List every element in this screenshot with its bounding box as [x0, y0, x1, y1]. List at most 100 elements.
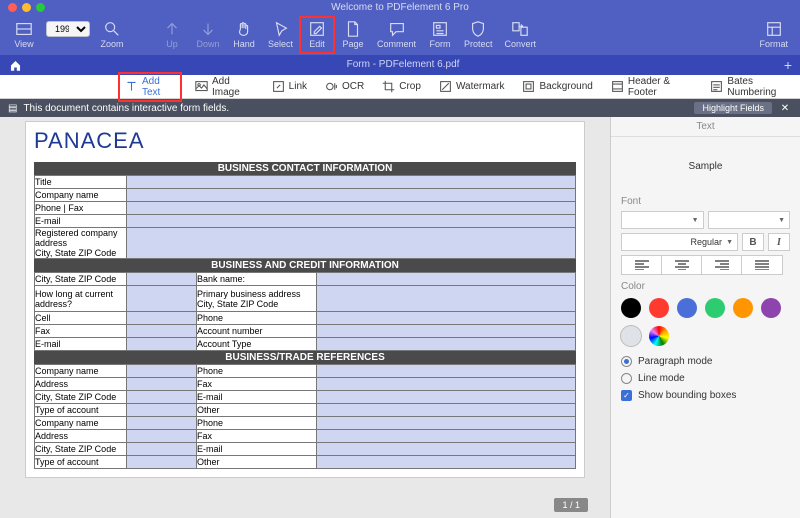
- section-header: BUSINESS/TRADE REFERENCES: [34, 351, 576, 364]
- info-icon: ▤: [8, 103, 17, 114]
- italic-button[interactable]: I: [768, 233, 790, 251]
- font-family-select[interactable]: ▼: [621, 211, 704, 229]
- select-button[interactable]: Select: [262, 16, 299, 54]
- watermark-icon: [439, 80, 452, 93]
- crop-button[interactable]: Crop: [377, 78, 426, 95]
- form-button[interactable]: Form: [422, 16, 458, 54]
- field[interactable]: [317, 365, 576, 378]
- field-fax[interactable]: [127, 325, 197, 338]
- zoom-select[interactable]: 199%: [46, 21, 90, 37]
- field-csz[interactable]: [127, 273, 197, 286]
- label-company: Company name: [35, 189, 127, 202]
- field[interactable]: [127, 365, 197, 378]
- field[interactable]: [127, 443, 197, 456]
- format-button[interactable]: Format: [753, 16, 794, 54]
- home-tab[interactable]: [0, 55, 30, 75]
- main-toolbar: View 199% Zoom Up Down Hand Select Edit …: [0, 14, 800, 55]
- field-acctnum[interactable]: [317, 325, 576, 338]
- new-tab-button[interactable]: +: [776, 57, 800, 73]
- field-phone[interactable]: [317, 312, 576, 325]
- crop-icon: [382, 80, 395, 93]
- color-swatch[interactable]: [649, 298, 669, 318]
- header-footer-button[interactable]: Header & Footer: [606, 74, 698, 100]
- align-center-button[interactable]: [662, 256, 702, 274]
- crop-label: Crop: [399, 81, 421, 92]
- field[interactable]: [317, 417, 576, 430]
- sample-preview: Sample: [621, 147, 790, 190]
- hand-button[interactable]: Hand: [226, 16, 262, 54]
- bold-button[interactable]: B: [742, 233, 764, 251]
- color-swatch[interactable]: [705, 298, 725, 318]
- protect-button[interactable]: Protect: [458, 16, 499, 54]
- comment-button[interactable]: Comment: [371, 16, 422, 54]
- bates-button[interactable]: Bates Numbering: [705, 74, 800, 100]
- maximize-window-icon[interactable]: [36, 3, 45, 12]
- align-right-button[interactable]: [702, 256, 742, 274]
- edit-button[interactable]: Edit: [299, 16, 335, 54]
- up-button[interactable]: Up: [154, 16, 190, 54]
- font-size-select[interactable]: ▼: [708, 211, 791, 229]
- watermark-button[interactable]: Watermark: [434, 78, 510, 95]
- field[interactable]: [127, 391, 197, 404]
- page-button[interactable]: Page: [335, 16, 371, 54]
- field[interactable]: [127, 404, 197, 417]
- color-swatch[interactable]: [621, 298, 641, 318]
- color-swatch[interactable]: [733, 298, 753, 318]
- label-fax: Fax: [35, 325, 127, 338]
- zoom-button[interactable]: Zoom: [94, 16, 130, 54]
- field-title[interactable]: [127, 176, 576, 189]
- field[interactable]: [317, 456, 576, 469]
- link-button[interactable]: Link: [267, 78, 312, 95]
- field-accttype[interactable]: [317, 338, 576, 351]
- field-regaddr[interactable]: [127, 228, 576, 259]
- align-left-button[interactable]: [622, 256, 662, 274]
- field-company[interactable]: [127, 189, 576, 202]
- up-label: Up: [166, 39, 178, 49]
- document-canvas[interactable]: PANACEA BUSINESS CONTACT INFORMATION Tit…: [0, 117, 610, 518]
- label-phone: Phone: [197, 312, 317, 325]
- field[interactable]: [317, 378, 576, 391]
- align-justify-button[interactable]: [742, 256, 782, 274]
- field[interactable]: [317, 404, 576, 417]
- line-mode-option[interactable]: Line mode: [621, 373, 790, 384]
- ocr-button[interactable]: OCR: [320, 78, 369, 95]
- field[interactable]: [127, 417, 197, 430]
- close-window-icon[interactable]: [8, 3, 17, 12]
- minimize-window-icon[interactable]: [22, 3, 31, 12]
- field[interactable]: [127, 456, 197, 469]
- field[interactable]: [317, 391, 576, 404]
- field-phonefax[interactable]: [127, 202, 576, 215]
- background-button[interactable]: Background: [517, 78, 597, 95]
- add-text-button[interactable]: Add Text: [118, 72, 182, 102]
- color-swatch[interactable]: [649, 326, 669, 346]
- down-button[interactable]: Down: [190, 16, 226, 54]
- field-email2[interactable]: [127, 338, 197, 351]
- convert-button[interactable]: Convert: [499, 16, 543, 54]
- highlight-fields-button[interactable]: Highlight Fields: [694, 102, 772, 114]
- show-bbox-option[interactable]: ✓Show bounding boxes: [621, 390, 790, 401]
- field-pba[interactable]: [317, 286, 576, 312]
- field[interactable]: [127, 378, 197, 391]
- field[interactable]: [317, 443, 576, 456]
- label: Fax: [197, 430, 317, 443]
- color-swatch[interactable]: [621, 326, 641, 346]
- color-swatch[interactable]: [761, 298, 781, 318]
- field-bank[interactable]: [317, 273, 576, 286]
- sidebar-body: Sample Font ▼ ▼ Regular▼ B I Color: [611, 137, 800, 417]
- bates-label: Bates Numbering: [727, 76, 795, 98]
- form-icon: [431, 20, 449, 38]
- field-howlong[interactable]: [127, 286, 197, 312]
- field-cell[interactable]: [127, 312, 197, 325]
- close-banner-button[interactable]: ✕: [778, 101, 792, 115]
- font-style-select[interactable]: Regular▼: [621, 233, 738, 251]
- sidebar-tab-text[interactable]: Text: [611, 117, 800, 137]
- field[interactable]: [127, 430, 197, 443]
- color-swatch[interactable]: [677, 298, 697, 318]
- add-text-label: Add Text: [142, 76, 175, 98]
- view-button[interactable]: View: [6, 16, 42, 54]
- add-image-button[interactable]: Add Image: [190, 74, 259, 100]
- paragraph-mode-option[interactable]: Paragraph mode: [621, 356, 790, 367]
- field[interactable]: [317, 430, 576, 443]
- label-title: Title: [35, 176, 127, 189]
- field-email[interactable]: [127, 215, 576, 228]
